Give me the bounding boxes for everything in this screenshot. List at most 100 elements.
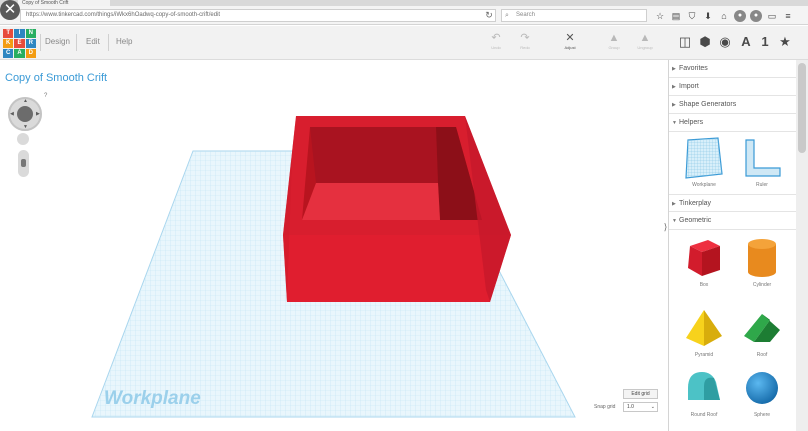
divider — [76, 34, 77, 51]
menu-design[interactable]: Design — [45, 37, 70, 46]
shape-label: Cylinder — [752, 282, 772, 288]
chat-icon[interactable]: ▭ — [766, 10, 778, 22]
category-shape-generators[interactable]: ▶ Shape Generators — [669, 96, 796, 114]
helper-ruler-tile[interactable]: Ruler — [737, 136, 787, 198]
category-geometric[interactable]: ▼ Geometric — [669, 212, 796, 230]
chevron-down-icon: ⌄ — [650, 404, 655, 410]
url-field[interactable]: https://www.tinkercad.com/things/iWkx6hO… — [20, 9, 496, 22]
group-label: Group — [608, 45, 620, 50]
close-icon[interactable]: ✕ — [0, 0, 20, 20]
category-favorites[interactable]: ▶ Favorites — [669, 60, 796, 78]
zoom-slider-knob[interactable] — [21, 159, 26, 167]
shape-round-roof-tile[interactable]: Round Roof — [679, 366, 729, 428]
ungroup-label: Ungroup — [637, 45, 653, 50]
scrollbar-thumb[interactable] — [798, 63, 806, 153]
sphere-view-icon[interactable]: ◉ — [717, 34, 733, 50]
helper-workplane-tile[interactable]: Workplane — [679, 136, 729, 198]
3d-scene[interactable] — [0, 60, 667, 431]
pan-right-icon[interactable]: ▶ — [36, 111, 40, 117]
workspace-canvas[interactable]: Copy of Smooth Crift ▲ ▼ ◀ ▶ ? Workplane… — [0, 60, 667, 431]
category-label: Geometric — [679, 217, 712, 224]
shape-label: Box — [699, 282, 709, 288]
sphere-icon — [740, 366, 784, 410]
snap-grid-value: 1.0 — [627, 404, 634, 410]
undo-icon: ↶ — [491, 32, 501, 44]
category-label: Shape Generators — [679, 101, 737, 108]
cube-view-icon[interactable]: ⬢ — [697, 34, 713, 50]
home-view-button[interactable] — [17, 133, 29, 145]
logo-letter: D — [25, 49, 36, 58]
workplane-view-icon[interactable]: ◫ — [677, 34, 693, 50]
home-icon[interactable]: ⌂ — [718, 10, 730, 22]
shape-sphere-tile[interactable]: Sphere — [737, 366, 787, 428]
logo-letter: C — [3, 49, 14, 58]
logo-letter: E — [14, 39, 25, 48]
menu-icon[interactable]: ≡ — [782, 10, 794, 22]
category-label: Import — [679, 83, 699, 90]
profile-icon[interactable]: ● — [750, 10, 762, 22]
chevron-right-icon: ▶ — [672, 102, 676, 108]
helper-label: Ruler — [756, 182, 768, 188]
help-icon[interactable]: ? — [44, 93, 47, 99]
app-toolbar: TINKERCAD Design Edit Help ↶ Undo ↷ Redo… — [0, 26, 808, 60]
undo-label: Undo — [491, 45, 501, 50]
logo-letter: K — [3, 39, 14, 48]
extension-icon[interactable]: ● — [734, 10, 746, 22]
shape-pyramid-tile[interactable]: Pyramid — [679, 306, 729, 368]
red-box-shape[interactable] — [283, 116, 511, 302]
pan-left-icon[interactable]: ◀ — [10, 111, 14, 117]
group-button[interactable]: ▲ Group — [603, 31, 625, 57]
ungroup-button[interactable]: ▲ Ungroup — [634, 31, 656, 57]
number-tool-icon[interactable]: 1 — [757, 34, 773, 50]
category-import[interactable]: ▶ Import — [669, 78, 796, 96]
bookmark-star-icon[interactable]: ☆ — [654, 10, 666, 22]
tinkercad-logo[interactable]: TIN KER CAD — [3, 29, 36, 58]
group-icon: ▲ — [608, 32, 620, 44]
round-roof-icon — [682, 366, 726, 410]
adjust-label: Adjust — [564, 45, 576, 50]
edit-grid-button[interactable]: Edit grid — [623, 389, 658, 399]
browser-search-field[interactable]: ⌕ Search — [501, 9, 647, 22]
browser-toolbar-icons: ☆ ▤ ⛉ ⬇ ⌂ ● ● ▭ ≡ — [654, 10, 794, 22]
menu-help[interactable]: Help — [116, 37, 132, 46]
undo-button[interactable]: ↶ Undo — [485, 31, 507, 57]
workplane-label: Workplane — [104, 388, 201, 409]
reload-icon[interactable]: ↻ — [483, 9, 495, 21]
shape-library-sidebar: ▶ Favorites ▶ Import ▶ Shape Generators ▼ He… — [668, 60, 796, 431]
redo-label: Redo — [520, 45, 530, 50]
zoom-slider[interactable] — [18, 150, 29, 177]
cylinder-icon — [740, 236, 784, 280]
shape-label: Sphere — [753, 412, 771, 418]
pan-down-icon[interactable]: ▼ — [23, 124, 28, 130]
view-navigation-pad[interactable]: ▲ ▼ ◀ ▶ — [8, 97, 42, 131]
logo-letter: A — [14, 49, 25, 58]
shape-cylinder-tile[interactable]: Cylinder — [737, 236, 787, 298]
design-title[interactable]: Copy of Smooth Crift — [5, 72, 107, 84]
ruler-icon — [740, 136, 784, 180]
shield-icon[interactable]: ⛉ — [686, 10, 698, 22]
category-tinkerplay[interactable]: ▶ Tinkerplay — [669, 194, 796, 212]
pan-up-icon[interactable]: ▲ — [23, 98, 28, 104]
shape-roof-tile[interactable]: Roof — [737, 306, 787, 368]
category-label: Tinkerplay — [679, 200, 712, 207]
text-tool-icon[interactable]: A — [738, 34, 754, 50]
favorite-star-icon[interactable]: ★ — [777, 34, 793, 50]
browser-address-bar: https://www.tinkercad.com/things/iWkx6hO… — [0, 6, 808, 25]
category-helpers[interactable]: ▼ Helpers — [669, 114, 796, 132]
snap-grid-select[interactable]: 1.0 ⌄ — [623, 402, 658, 412]
chevron-down-icon: ▼ — [672, 120, 677, 126]
sidebar-scrollbar[interactable] — [796, 60, 808, 431]
download-icon[interactable]: ⬇ — [702, 10, 714, 22]
menu-edit[interactable]: Edit — [86, 37, 100, 46]
reading-list-icon[interactable]: ▤ — [670, 10, 682, 22]
adjust-icon: ✕ — [565, 32, 575, 44]
ungroup-icon: ▲ — [639, 32, 651, 44]
workplane-icon — [682, 136, 726, 180]
redo-button[interactable]: ↷ Redo — [514, 31, 536, 57]
shape-label: Roof — [756, 352, 768, 358]
shape-box-tile[interactable]: Box — [679, 236, 729, 298]
orbit-center-icon[interactable] — [17, 106, 33, 122]
adjust-button[interactable]: ✕ Adjust — [559, 31, 581, 57]
chevron-down-icon: ▼ — [672, 218, 677, 224]
chevron-right-icon: ▶ — [672, 201, 676, 207]
